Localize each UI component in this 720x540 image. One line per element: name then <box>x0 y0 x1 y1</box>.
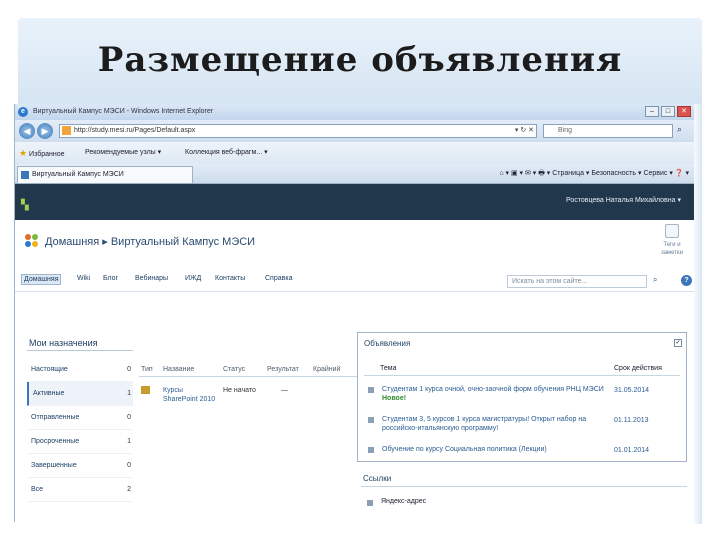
divider <box>27 350 133 351</box>
announcements-webpart: Объявления ✓ Тема Срок действия Студента… <box>357 332 687 462</box>
address-row: ◀ ▶ http://study.mesi.ru/Pages/Default.a… <box>15 120 694 142</box>
announcement-date: 31.05.2014 <box>614 387 650 394</box>
favorites-bar: ★ Избранное Рекомендуемые узлы ▾ Коллекц… <box>15 142 694 164</box>
tags-icon <box>665 224 679 238</box>
col-type[interactable]: Тип <box>141 366 153 373</box>
announcement-icon <box>368 447 374 453</box>
col-result[interactable]: Результат <box>267 366 299 373</box>
star-icon: ★ <box>19 148 28 158</box>
sharepoint-ribbon: ▚ Ростовцева Наталья Михайловна ▾ <box>15 184 694 220</box>
links-title: Ссылки <box>363 474 392 483</box>
col-topic[interactable]: Тема <box>380 365 396 372</box>
minimize-button[interactable]: – <box>645 106 659 117</box>
fav-suggested-sites[interactable]: Рекомендуемые узлы ▾ <box>85 142 161 164</box>
col-name[interactable]: Название <box>163 366 194 373</box>
address-url: http://study.mesi.ru/Pages/Default.aspx <box>74 127 196 134</box>
col-deadline[interactable]: Крайний <box>313 366 340 373</box>
announcement-link[interactable]: Студентам 3, 5 курсов 1 курса магистрату… <box>382 415 606 433</box>
breadcrumb-home[interactable]: Домашняя <box>45 236 99 248</box>
assignment-title-link[interactable]: Курсы SharePoint 2010 <box>163 386 217 404</box>
category-current[interactable]: Настоящие 0 <box>27 358 133 382</box>
assignment-categories: Настоящие 0 Активные 1 Отправленные 0 Проср… <box>27 358 133 502</box>
announcement-date: 01.01.2014 <box>614 447 650 454</box>
breadcrumb-separator: ▸ <box>102 236 108 248</box>
announcement-icon <box>368 417 374 423</box>
favorites-label: Избранное <box>29 151 65 158</box>
link-icon <box>367 500 373 506</box>
slide-title: Размещение объявления <box>97 40 623 80</box>
nav-izhd[interactable]: ИЖД <box>185 275 201 282</box>
search-icon[interactable]: ⌕ <box>677 124 682 135</box>
category-completed[interactable]: Завершенные 0 <box>27 454 133 478</box>
announcement-icon <box>368 387 374 393</box>
category-submitted[interactable]: Отправленные 0 <box>27 406 133 430</box>
search-go-icon[interactable]: ⌕ <box>653 275 657 285</box>
address-bar[interactable]: http://study.mesi.ru/Pages/Default.aspx … <box>59 124 537 138</box>
ie-titlebar: e Виртуальный Кампус МЭСИ - Windows Inte… <box>15 104 694 120</box>
announcement-date: 01.11.2013 <box>614 417 649 424</box>
back-button[interactable]: ◀ <box>19 123 35 139</box>
page-icon <box>62 126 71 135</box>
assignment-status: Не начато <box>223 387 256 394</box>
tab-label: Виртуальный Кампус МЭСИ <box>32 171 124 178</box>
nav-webinars[interactable]: Вебинары <box>135 275 168 282</box>
tags-notes-button[interactable]: Теги и заметки <box>655 224 689 257</box>
col-status[interactable]: Статус <box>223 366 245 373</box>
divider <box>139 376 359 377</box>
favorites-button[interactable]: ★ Избранное <box>19 142 65 166</box>
nav-blog[interactable]: Блог <box>103 275 118 282</box>
maximize-button[interactable]: □ <box>661 106 675 117</box>
user-menu[interactable]: Ростовцева Наталья Михайловна ▾ <box>566 196 681 204</box>
browser-screenshot: e Виртуальный Кампус МЭСИ - Windows Inte… <box>14 104 694 522</box>
breadcrumb: Домашняя ▸ Виртуальный Кампус МЭСИ <box>45 235 255 248</box>
fav-web-slice-gallery[interactable]: Коллекция веб-фрагм... ▾ <box>185 142 268 164</box>
site-title-area: Домашняя ▸ Виртуальный Кампус МЭСИ Теги … <box>15 220 694 270</box>
breadcrumb-site[interactable]: Виртуальный Кампус МЭСИ <box>111 236 255 248</box>
top-navigation: Домашняя Wiki Блог Вебинары ИЖД Контакты… <box>15 270 694 292</box>
forward-button[interactable]: ▶ <box>37 123 53 139</box>
site-search-input[interactable]: Искать на этом сайте... <box>507 275 647 288</box>
tab-row: Виртуальный Кампус МЭСИ ⌂ ▾ ▣ ▾ ✉ ▾ 🖶 ▾ … <box>15 164 694 184</box>
nav-contacts[interactable]: Контакты <box>215 275 245 282</box>
nav-home[interactable]: Домашняя <box>21 274 62 285</box>
assignments-title: Мои назначения <box>29 338 98 348</box>
sharepoint-logo-icon <box>25 234 39 248</box>
webpart-select-checkbox[interactable]: ✓ <box>674 339 682 347</box>
divider <box>364 375 680 376</box>
category-all[interactable]: Все 2 <box>27 478 133 502</box>
site-actions-icon[interactable]: ▚ <box>21 200 29 211</box>
announcement-link[interactable]: Студентам 1 курса очной, очно-заочной фо… <box>382 385 606 403</box>
nav-help[interactable]: Справка <box>265 275 292 282</box>
search-input[interactable]: Bing <box>543 124 673 138</box>
help-icon[interactable]: ? <box>681 275 692 286</box>
course-icon <box>141 386 150 394</box>
ie-logo-icon: e <box>18 107 28 117</box>
address-tools[interactable]: ▾ ↻ ✕ <box>515 125 534 137</box>
col-expiry[interactable]: Срок действия <box>614 365 662 372</box>
divider <box>361 486 687 487</box>
tab-page-icon <box>21 171 29 179</box>
tags-label: Теги и заметки <box>660 242 684 256</box>
assignment-result: — <box>281 387 288 394</box>
tab-campus[interactable]: Виртуальный Кампус МЭСИ <box>17 166 193 183</box>
category-active[interactable]: Активные 1 <box>27 382 133 406</box>
nav-wiki[interactable]: Wiki <box>77 275 90 282</box>
link-item[interactable]: Яндекс-адрес <box>381 498 426 505</box>
command-bar[interactable]: ⌂ ▾ ▣ ▾ ✉ ▾ 🖶 ▾ Страница ▾ Безопасность … <box>499 167 689 181</box>
close-button[interactable]: ✕ <box>677 106 691 117</box>
new-badge: Новое! <box>382 395 407 402</box>
window-title: Виртуальный Кампус МЭСИ - Windows Intern… <box>33 108 214 115</box>
announcements-title: Объявления <box>364 339 411 348</box>
category-overdue[interactable]: Просроченные 1 <box>27 430 133 454</box>
announcement-link[interactable]: Обучение по курсу Социальная политика (Л… <box>382 445 606 454</box>
